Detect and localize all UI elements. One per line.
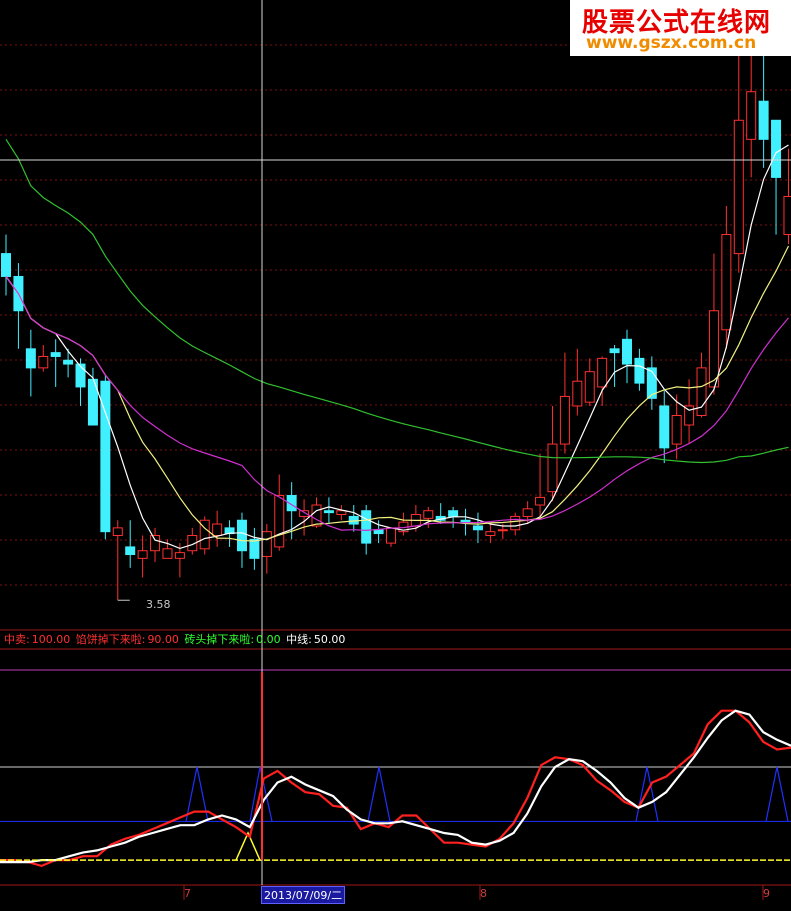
candle-body bbox=[572, 380, 583, 407]
candle-body bbox=[236, 519, 247, 552]
candle-body bbox=[622, 338, 632, 365]
candle-body bbox=[510, 515, 521, 531]
candle-body bbox=[758, 100, 769, 140]
candlesticks bbox=[1, 21, 791, 601]
candle-body bbox=[771, 119, 782, 178]
stock-chart bbox=[0, 0, 791, 900]
cursor-date-label: 2013/07/09/二 bbox=[261, 886, 346, 904]
moving-averages bbox=[5, 138, 790, 550]
low-price-value: 3.58 bbox=[146, 598, 171, 611]
ma10-line bbox=[5, 245, 790, 542]
candle-body bbox=[746, 91, 757, 140]
candle-body bbox=[75, 363, 86, 388]
zhuantou-value: 0.00 bbox=[256, 633, 281, 646]
x-tick-9: 9 bbox=[763, 887, 770, 900]
candle-body bbox=[597, 357, 608, 388]
candle-body bbox=[783, 195, 791, 236]
candle-body bbox=[386, 527, 397, 544]
candle-body bbox=[112, 527, 123, 536]
candle-body bbox=[137, 550, 148, 559]
candle-body bbox=[212, 523, 223, 536]
indicator-panel bbox=[0, 669, 791, 868]
candle-body bbox=[485, 531, 496, 536]
candle-body bbox=[336, 510, 347, 516]
zhongxian-label: 中线: bbox=[286, 633, 312, 646]
candle-body bbox=[125, 546, 136, 556]
indicator-series-line bbox=[0, 709, 791, 864]
candle-body bbox=[323, 510, 334, 514]
candle-body bbox=[174, 552, 185, 559]
candle-body bbox=[448, 510, 459, 517]
candle-body bbox=[634, 357, 645, 384]
zhongxian-value: 50.00 bbox=[313, 633, 346, 646]
candle-body bbox=[522, 508, 533, 517]
candle-body bbox=[733, 119, 744, 255]
candle-body bbox=[609, 348, 620, 354]
candle-body bbox=[38, 355, 49, 369]
candle-body bbox=[472, 525, 483, 531]
candle-body bbox=[162, 548, 173, 559]
watermark-url: www.gszx.com.cn bbox=[586, 33, 757, 53]
indicator-series-line bbox=[0, 709, 791, 868]
candle-body bbox=[584, 371, 595, 403]
signal-spike bbox=[765, 766, 789, 822]
candle-body bbox=[497, 529, 508, 532]
candle-body bbox=[249, 538, 260, 559]
candle-body bbox=[1, 253, 11, 277]
yellow-spike bbox=[235, 831, 261, 861]
candle-body bbox=[150, 534, 161, 552]
candle-body bbox=[25, 348, 36, 369]
candle-body bbox=[361, 510, 372, 544]
candle-body bbox=[721, 234, 732, 331]
candle-body bbox=[671, 414, 682, 445]
candle-body bbox=[311, 504, 322, 527]
candle-body bbox=[547, 443, 558, 493]
watermark-logo: 股票公式在线网 www.gszx.com.cn bbox=[570, 0, 791, 56]
candle-body bbox=[274, 494, 285, 548]
ma60-line bbox=[5, 138, 789, 464]
candle-body bbox=[460, 519, 471, 523]
candle-body bbox=[261, 531, 272, 557]
indicator-legend: 中卖: 100.00 馅饼掉下来啦: 90.00 砖头掉下来啦: 0.00 中线: 50… bbox=[4, 632, 347, 648]
zhongmai-label: 中卖: bbox=[4, 633, 30, 646]
candle-body bbox=[373, 529, 384, 535]
xianbing-value: 90.00 bbox=[147, 633, 179, 646]
xianbing-label: 馅饼掉下来啦: bbox=[75, 633, 146, 646]
ma5-line bbox=[5, 144, 789, 550]
zhongmai-value: 100.00 bbox=[31, 633, 71, 646]
candle-body bbox=[63, 359, 74, 365]
candle-body bbox=[708, 310, 719, 388]
signal-spike bbox=[367, 766, 391, 822]
candle-body bbox=[535, 496, 546, 506]
x-tick-8: 8 bbox=[480, 887, 487, 900]
zhuantou-label: 砖头掉下来啦: bbox=[184, 633, 255, 646]
x-tick-7: 7 bbox=[184, 887, 191, 900]
candle-body bbox=[423, 510, 434, 519]
low-price-annotation: 3.58 bbox=[146, 598, 171, 611]
candle-body bbox=[559, 395, 570, 445]
candle-body bbox=[50, 352, 61, 357]
candle-body bbox=[659, 405, 670, 449]
